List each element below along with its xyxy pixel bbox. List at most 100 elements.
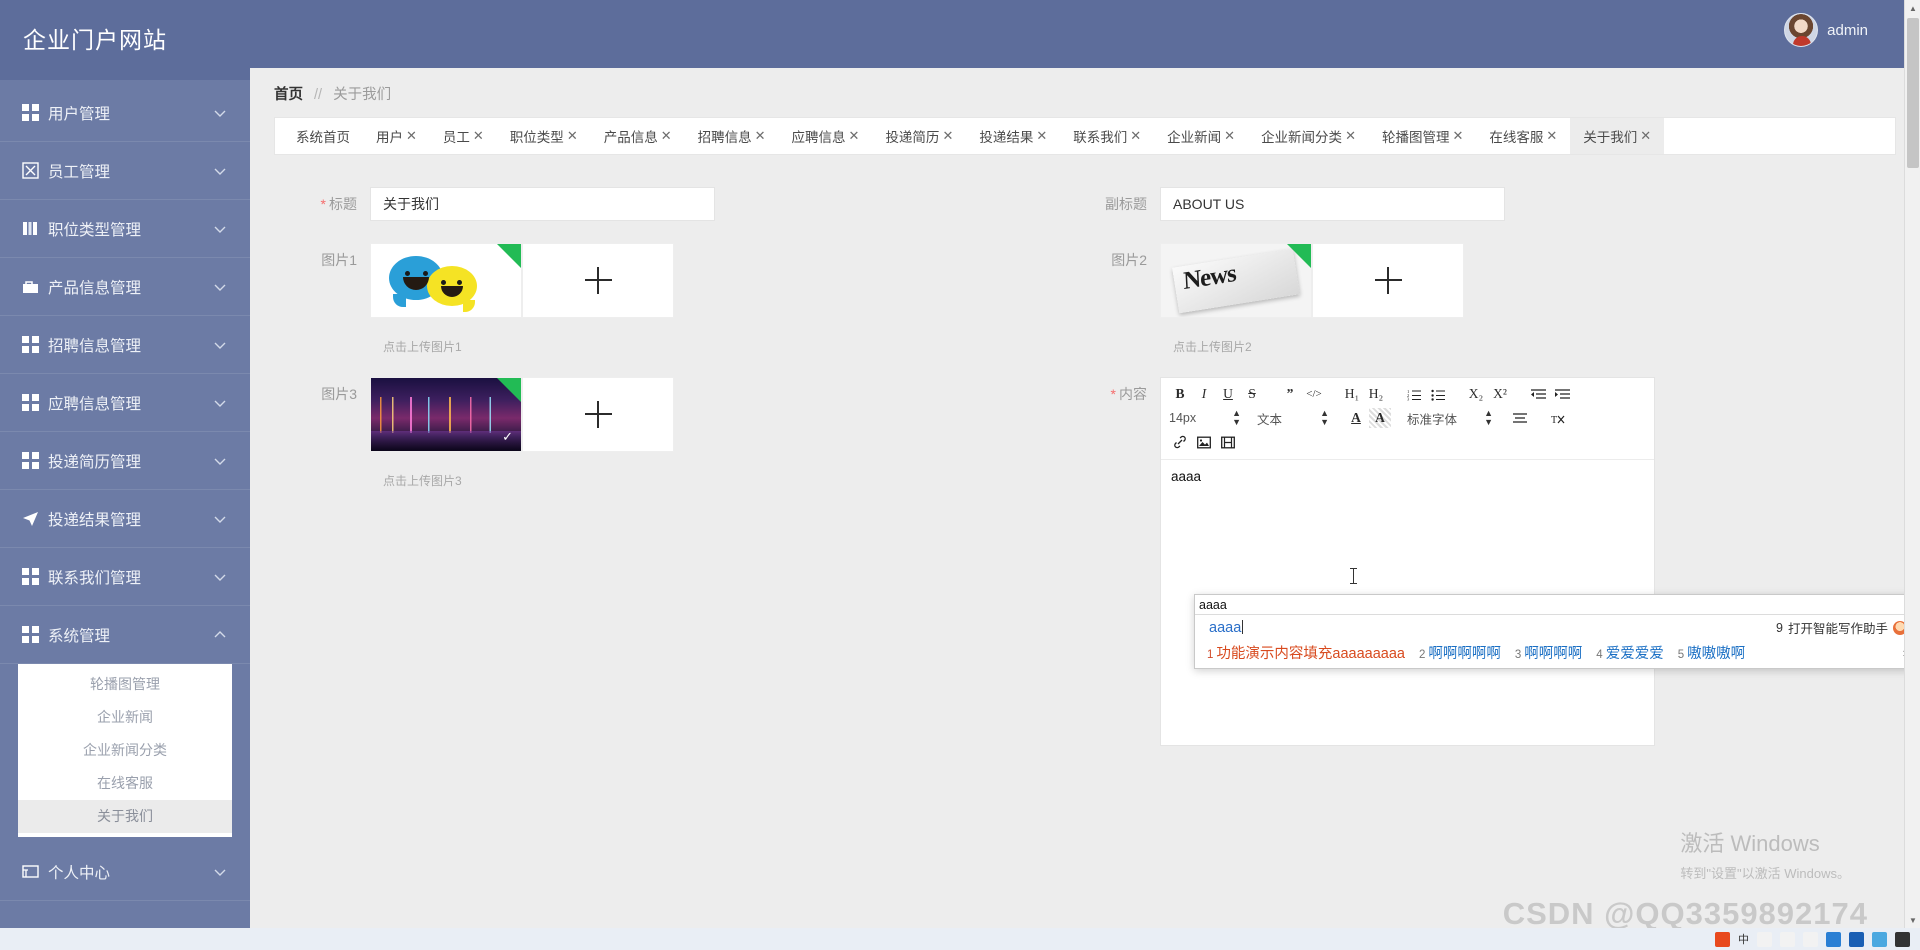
sidebar-subitem-about-us[interactable]: 关于我们	[18, 800, 232, 833]
tab-employee[interactable]: 员工 ✕	[430, 118, 497, 154]
taskbar-icon-twitter[interactable]	[1872, 931, 1887, 947]
sidebar-subitem-carousel[interactable]: 轮播图管理	[18, 668, 232, 701]
tab-product-info[interactable]: 产品信息 ✕	[591, 118, 685, 154]
tab-news-category[interactable]: 企业新闻分类 ✕	[1248, 118, 1369, 154]
close-icon[interactable]: ✕	[1640, 128, 1651, 144]
close-icon[interactable]: ✕	[1224, 128, 1235, 144]
close-icon[interactable]: ✕	[1452, 128, 1463, 144]
product-icon	[23, 281, 38, 293]
title-input[interactable]	[370, 187, 715, 221]
video-icon[interactable]	[1217, 432, 1239, 452]
sidebar-item-position-type-management[interactable]: 职位类型管理	[0, 200, 250, 258]
code-block-button[interactable]: </>	[1303, 384, 1325, 404]
close-icon[interactable]: ✕	[661, 128, 672, 144]
close-icon[interactable]: ✕	[1345, 128, 1356, 144]
tab-application-info[interactable]: 应聘信息 ✕	[779, 118, 873, 154]
taskbar-icon-heart[interactable]	[1757, 931, 1772, 947]
tab-company-news[interactable]: 企业新闻 ✕	[1154, 118, 1248, 154]
link-icon[interactable]	[1169, 432, 1191, 452]
scrollbar-thumb[interactable]	[1907, 18, 1919, 168]
taskbar-icon-browser[interactable]	[1826, 931, 1841, 947]
scroll-down-arrow-icon[interactable]: ▼	[1905, 912, 1920, 928]
tab-system-home[interactable]: 系统首页	[283, 118, 363, 154]
tab-position-type[interactable]: 职位类型 ✕	[497, 118, 591, 154]
ime-assistant[interactable]: 9 打开智能写作助手	[1776, 618, 1907, 637]
sidebar-subitem-news-category[interactable]: 企业新闻分类	[18, 734, 232, 767]
taskbar-icon-app[interactable]	[1849, 931, 1864, 947]
sidebar-item-submission-result-management[interactable]: 投递结果管理	[0, 490, 250, 548]
ordered-list-icon[interactable]: 123	[1403, 384, 1425, 404]
taskbar-icon-sogou[interactable]	[1715, 931, 1730, 947]
sidebar-item-user-management[interactable]: 用户管理	[0, 84, 250, 142]
text-style-select[interactable]: 文本 ▲ ▼	[1257, 408, 1329, 428]
blockquote-button[interactable]: ”	[1279, 384, 1301, 404]
page-scrollbar[interactable]: ▲ ▼	[1904, 0, 1920, 950]
underline-button[interactable]: U	[1217, 384, 1239, 404]
scroll-up-arrow-icon[interactable]: ▲	[1905, 0, 1920, 16]
sidebar-subitem-online-service[interactable]: 在线客服	[18, 767, 232, 800]
strikethrough-button[interactable]: S	[1241, 384, 1263, 404]
unordered-list-icon[interactable]	[1427, 384, 1449, 404]
sidebar-item-contact-us-management[interactable]: 联系我们管理	[0, 548, 250, 606]
ime-candidate-3[interactable]: 3 啊啊啊啊	[1515, 642, 1582, 663]
font-family-select[interactable]: 标准字体 ▲ ▼	[1407, 408, 1493, 428]
highlight-icon[interactable]: A	[1369, 408, 1391, 428]
close-icon[interactable]: ✕	[1546, 128, 1557, 144]
superscript-button[interactable]: X²	[1489, 384, 1511, 404]
bold-button[interactable]: B	[1169, 384, 1191, 404]
tab-user[interactable]: 用户 ✕	[363, 118, 430, 154]
subtitle-input[interactable]	[1160, 187, 1505, 221]
tab-submission-result[interactable]: 投递结果 ✕	[966, 118, 1060, 154]
image1-add-button[interactable]	[522, 243, 674, 318]
indent-increase-icon[interactable]	[1551, 384, 1573, 404]
sidebar-item-system-management[interactable]: 系统管理	[0, 606, 250, 664]
user-menu[interactable]: admin	[1784, 13, 1868, 47]
image3-add-button[interactable]	[522, 377, 674, 452]
ime-candidate-2[interactable]: 2 啊啊啊啊啊	[1419, 642, 1501, 663]
close-icon[interactable]: ✕	[942, 128, 953, 144]
sidebar-item-resume-submission-management[interactable]: 投递简历管理	[0, 432, 250, 490]
taskbar-icon-menu[interactable]	[1803, 931, 1818, 947]
sidebar-subitem-company-news[interactable]: 企业新闻	[18, 701, 232, 734]
image3-thumbnail[interactable]: ✓	[370, 377, 522, 452]
tab-recruitment-info[interactable]: 招聘信息 ✕	[685, 118, 779, 154]
tab-resume-submission[interactable]: 投递简历 ✕	[872, 118, 966, 154]
heading1-button[interactable]: H₁	[1341, 384, 1363, 404]
taskbar-icon-terminal[interactable]	[1895, 931, 1910, 947]
sidebar-item-personal-center[interactable]: 个人中心	[0, 843, 250, 901]
ime-candidate-5[interactable]: 5 嗷嗷嗷啊	[1678, 642, 1745, 663]
ime-candidate-4[interactable]: 4 爱爱爱爱	[1596, 642, 1663, 663]
heading2-button[interactable]: H₂	[1365, 384, 1387, 404]
close-icon[interactable]: ✕	[473, 128, 484, 144]
close-icon[interactable]: ✕	[755, 128, 766, 144]
sidebar-item-product-info-management[interactable]: 产品信息管理	[0, 258, 250, 316]
image-icon[interactable]	[1193, 432, 1215, 452]
close-icon[interactable]: ✕	[406, 128, 417, 144]
breadcrumb-home[interactable]: 首页	[274, 87, 303, 103]
image2-thumbnail[interactable]: News	[1160, 243, 1312, 318]
clear-format-icon[interactable]: T	[1547, 408, 1569, 428]
taskbar-label-chinese-mode[interactable]: 中	[1738, 931, 1749, 947]
tab-carousel-management[interactable]: 轮播图管理 ✕	[1369, 118, 1476, 154]
ime-candidate-1[interactable]: 1 功能演示内容填充aaaaaaaaa	[1207, 642, 1405, 663]
sidebar-item-application-info-management[interactable]: 应聘信息管理	[0, 374, 250, 432]
sidebar-item-employee-management[interactable]: 员工管理	[0, 142, 250, 200]
close-icon[interactable]: ✕	[1036, 128, 1047, 144]
subscript-button[interactable]: X₂	[1465, 384, 1487, 404]
text-color-icon[interactable]: A	[1345, 408, 1367, 428]
indent-decrease-icon[interactable]	[1527, 384, 1549, 404]
image1-thumbnail[interactable]	[370, 243, 522, 318]
close-icon[interactable]: ✕	[1130, 128, 1141, 144]
tab-online-service[interactable]: 在线客服 ✕	[1476, 118, 1570, 154]
italic-button[interactable]: I	[1193, 384, 1215, 404]
image2-add-button[interactable]	[1312, 243, 1464, 318]
tab-contact-us[interactable]: 联系我们 ✕	[1060, 118, 1154, 154]
grid-icon	[22, 394, 39, 411]
sidebar-item-recruitment-info-management[interactable]: 招聘信息管理	[0, 316, 250, 374]
font-size-select[interactable]: 14px ▲ ▼	[1169, 408, 1241, 428]
align-icon[interactable]	[1509, 408, 1531, 428]
taskbar-icon-keyboard[interactable]	[1780, 931, 1795, 947]
close-icon[interactable]: ✕	[849, 128, 860, 144]
close-icon[interactable]: ✕	[567, 128, 578, 144]
tab-about-us[interactable]: 关于我们 ✕	[1570, 118, 1665, 154]
